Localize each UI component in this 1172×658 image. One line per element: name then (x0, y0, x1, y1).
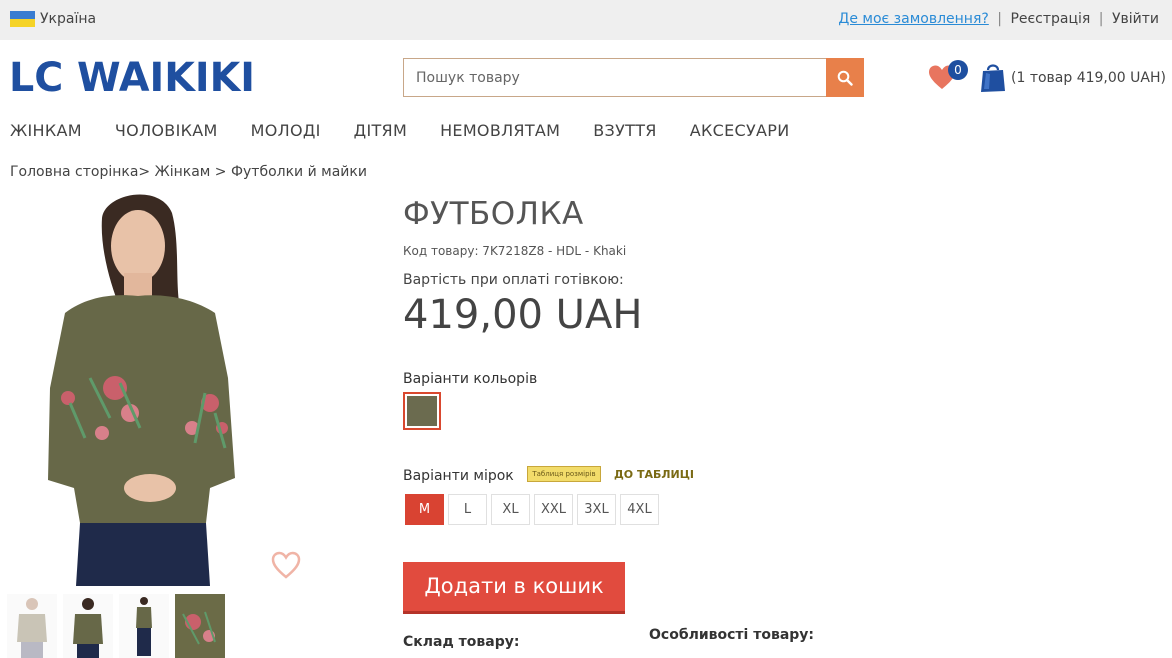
size-button-3xl[interactable]: 3XL (577, 494, 616, 525)
search-button[interactable] (826, 58, 864, 97)
add-to-cart-button[interactable]: Додати в кошик (403, 562, 625, 614)
thumbnail-front-light[interactable] (7, 594, 57, 658)
size-button-m[interactable]: M (405, 494, 444, 525)
nav-item-accessories[interactable]: АКСЕСУАРИ (690, 121, 790, 140)
nav-item-men[interactable]: ЧОЛОВІКАМ (115, 121, 218, 140)
order-status-link[interactable]: Де моє замовлення? (838, 11, 988, 27)
size-button-xl[interactable]: XL (491, 494, 530, 525)
nav-item-youth[interactable]: МОЛОДІ (251, 121, 321, 140)
country-selector[interactable]: Україна (40, 11, 96, 27)
size-button-xxl[interactable]: XXL (534, 494, 573, 525)
search-input[interactable] (404, 59, 827, 96)
size-chart-badge[interactable]: Таблиця розмірів (527, 466, 601, 482)
wishlist-count-badge: 0 (948, 60, 968, 80)
separator: | (997, 11, 1002, 27)
separator: | (1098, 11, 1104, 27)
price-label: Вартість при оплаті готівкою: (403, 272, 624, 288)
shopping-bag-icon[interactable] (980, 61, 1006, 93)
ukraine-flag-icon[interactable] (10, 11, 35, 27)
composition-heading: Склад товару: (403, 634, 520, 650)
register-link[interactable]: Реєстрація (1010, 11, 1090, 27)
thumbnail-detail[interactable] (175, 594, 225, 658)
size-selector: M L XL XXL 3XL 4XL (405, 494, 663, 525)
nav-item-kids[interactable]: ДІТЯМ (354, 121, 407, 140)
thumbnail-strip (7, 594, 231, 658)
breadcrumb[interactable]: Головна сторінка> Жінкам > Футболки й ма… (10, 164, 367, 180)
search-box (403, 58, 827, 97)
main-nav: ЖІНКАМ ЧОЛОВІКАМ МОЛОДІ ДІТЯМ НЕМОВЛЯТАМ… (10, 121, 823, 140)
size-button-l[interactable]: L (448, 494, 487, 525)
swatch-fill (407, 396, 437, 426)
size-options-label: Варіанти мірок (403, 468, 514, 484)
nav-item-shoes[interactable]: ВЗУТТЯ (593, 121, 656, 140)
top-bar: Україна Де моє замовлення? | Реєстрація … (0, 0, 1172, 40)
logo-text: LC WAIKIKI (9, 57, 255, 97)
size-chart-link[interactable]: ДО ТАБЛИЦІ (614, 468, 694, 481)
search-icon (837, 70, 853, 86)
features-heading: Особливості товару: (649, 627, 815, 643)
product-main-image[interactable] (10, 188, 310, 586)
nav-item-babies[interactable]: НЕМОВЛЯТАМ (440, 121, 560, 140)
account-links: Де моє замовлення? | Реєстрація | Увійти (838, 11, 1159, 27)
login-link[interactable]: Увійти (1112, 11, 1159, 27)
color-options-label: Варіанти кольорів (403, 371, 538, 387)
product-price: 419,00 UAH (403, 292, 643, 338)
thumbnail-full-body[interactable] (119, 594, 169, 658)
product-title: ФУТБОЛКА (403, 196, 584, 232)
thumbnail-back[interactable] (63, 594, 113, 658)
cart-summary[interactable]: (1 товар 419,00 UAH) (1011, 70, 1166, 86)
size-button-4xl[interactable]: 4XL (620, 494, 659, 525)
product-code: Код товару: 7K7218Z8 - HDL - Khaki (403, 244, 627, 258)
nav-item-women[interactable]: ЖІНКАМ (10, 121, 82, 140)
lc-waikiki-logo[interactable]: LC WAIKIKI (9, 57, 255, 97)
color-swatch-khaki[interactable] (403, 392, 441, 430)
favorite-heart-icon[interactable] (270, 550, 302, 580)
